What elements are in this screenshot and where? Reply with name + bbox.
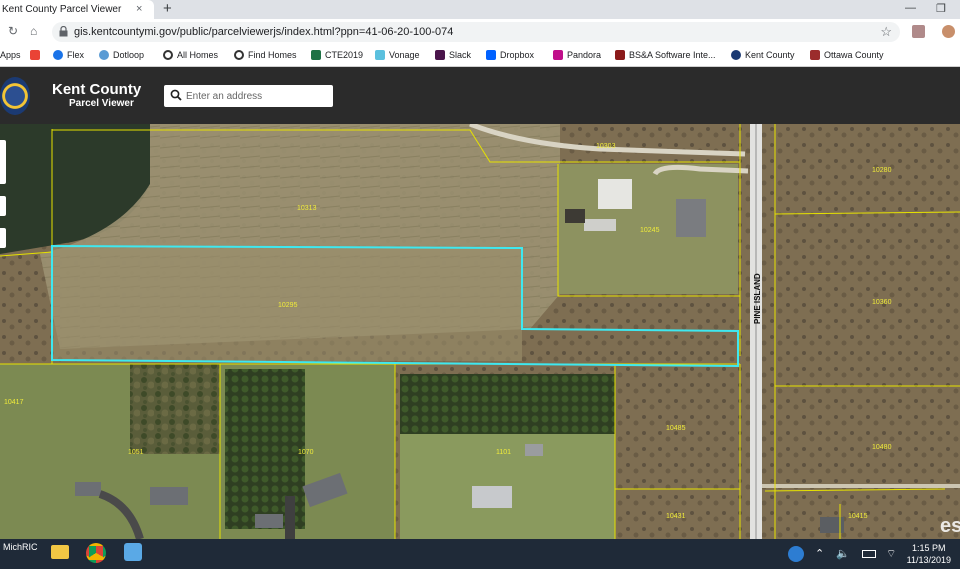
chrome-icon[interactable]	[86, 543, 106, 563]
bookmark-kent-county[interactable]: Kent County	[731, 50, 795, 60]
parcel-label: 10485	[666, 425, 686, 432]
bookmark-label: Flex	[67, 50, 85, 60]
browser-tab-bar: Kent County Parcel Viewer × + — ❐	[0, 0, 960, 19]
bookmark-label: Apps	[0, 50, 21, 60]
pandora-icon	[553, 50, 563, 60]
volume-icon[interactable]: 🔈	[836, 547, 850, 560]
app-shield-icon[interactable]	[124, 543, 142, 561]
bookmark-label: Dropbox	[500, 50, 535, 60]
parcel-label: 10313	[297, 205, 317, 212]
reload-icon[interactable]: ↻	[8, 24, 18, 38]
bookmark-label: Vonage	[389, 50, 420, 60]
parcel-label: 10415	[848, 513, 868, 520]
kent-county-icon	[731, 50, 741, 60]
browser-toolbar: ↻ ⌂ gis.kentcountymi.gov/public/parcelvi…	[0, 19, 960, 45]
bookmarks-bar: Apps Flex Dotloop All Homes Find Homes C…	[0, 45, 960, 67]
clock-date: 11/13/2019	[906, 555, 951, 565]
address-search-input[interactable]	[186, 88, 326, 104]
bookmark-dropbox[interactable]: Dropbox	[486, 50, 534, 60]
vonage-icon	[375, 50, 385, 60]
bookmark-flex[interactable]: Flex	[53, 50, 84, 60]
app-title: Kent County	[52, 81, 142, 98]
app-header: Kent County Parcel Viewer	[0, 67, 960, 124]
restore-button[interactable]: ❐	[936, 2, 946, 15]
bookmark-label: Find Homes	[248, 50, 297, 60]
chevron-up-icon[interactable]: ⌃	[815, 547, 824, 560]
wifi-icon[interactable]: ⌔	[886, 547, 896, 561]
bookmark-star-icon[interactable]: ☆	[880, 24, 892, 40]
bookmark-label: Slack	[449, 50, 472, 60]
bookmark-dotloop[interactable]: Dotloop	[99, 50, 144, 60]
profile-avatar[interactable]	[942, 25, 955, 38]
parcel-label: 10295	[278, 302, 298, 309]
parcel-label: 10417	[4, 399, 24, 406]
taskbar-label[interactable]: MichRIC	[3, 542, 38, 552]
search-icon	[170, 89, 182, 101]
bookmark-label: Kent County	[745, 50, 795, 60]
find-homes-icon	[234, 50, 244, 60]
flex-icon	[53, 50, 63, 60]
all-homes-icon	[163, 50, 173, 60]
system-clock[interactable]: 1:15 PM 11/13/2019	[907, 542, 951, 566]
excel-icon	[311, 50, 321, 60]
tab-close-icon[interactable]: ×	[136, 3, 142, 15]
battery-icon[interactable]	[862, 550, 876, 558]
parcel-label: 10245	[640, 227, 660, 234]
gmail-icon	[30, 50, 40, 60]
lock-icon	[59, 26, 68, 37]
bookmark-label: Pandora	[567, 50, 602, 60]
address-bar[interactable]: gis.kentcountymi.gov/public/parcelviewer…	[52, 22, 900, 42]
parcel-label: 10360	[872, 299, 892, 306]
taskbar: MichRIC ⌃ 🔈 ⌔ 1:15 PM 11/13/2019	[0, 539, 960, 569]
bsa-icon	[615, 50, 625, 60]
parcel-label: 1101	[496, 449, 511, 456]
tab-title: Kent County Parcel Viewer	[2, 4, 122, 15]
slack-icon	[435, 50, 445, 60]
bookmark-all-homes[interactable]: All Homes	[163, 50, 218, 60]
parcel-label: 1051	[128, 449, 144, 456]
map-tool-button[interactable]	[0, 196, 6, 216]
dotloop-icon	[99, 50, 109, 60]
ottawa-county-icon	[810, 50, 820, 60]
extension-icon[interactable]	[912, 25, 925, 38]
bookmark-label: CTE2019	[325, 50, 364, 60]
bookmark-bsa[interactable]: BS&A Software Inte...	[615, 50, 716, 60]
bookmark-vonage[interactable]: Vonage	[375, 50, 420, 60]
url-text: gis.kentcountymi.gov/public/parcelviewer…	[74, 26, 454, 38]
bookmark-label: Dotloop	[113, 50, 145, 60]
parcel-label: 10280	[872, 167, 892, 174]
app-subtitle: Parcel Viewer	[69, 98, 134, 109]
bookmark-pandora[interactable]: Pandora	[553, 50, 601, 60]
new-tab-button[interactable]: +	[163, 0, 172, 17]
home-icon[interactable]: ⌂	[30, 24, 37, 38]
esri-watermark: es	[940, 515, 960, 537]
help-icon[interactable]	[788, 546, 804, 562]
parcel-label: 10480	[872, 444, 892, 451]
road-label: PINE ISLAND	[753, 273, 762, 324]
bookmark-slack[interactable]: Slack	[435, 50, 471, 60]
bookmark-apps[interactable]: Apps	[0, 50, 21, 60]
minimize-button[interactable]: —	[905, 2, 916, 14]
bookmark-label: All Homes	[177, 50, 219, 60]
parcel-label: 1070	[298, 449, 314, 456]
bookmark-find-homes[interactable]: Find Homes	[234, 50, 297, 60]
map-view[interactable]: PINE ISLAND 10303 10313 10245 10295 1028…	[0, 124, 960, 539]
address-search[interactable]	[164, 85, 333, 107]
bookmark-label: BS&A Software Inte...	[629, 50, 716, 60]
bookmark-label: Ottawa County	[824, 50, 884, 60]
bookmark-cte2019[interactable]: CTE2019	[311, 50, 363, 60]
bookmark-gmail[interactable]	[30, 50, 44, 60]
dropbox-icon	[486, 50, 496, 60]
parcel-label: 10303	[596, 143, 616, 150]
clock-time: 1:15 PM	[912, 543, 946, 553]
parcel-label: 10431	[666, 513, 686, 520]
aerial-map[interactable]: PINE ISLAND 10303 10313 10245 10295 1028…	[0, 124, 960, 539]
tab-parcel-viewer[interactable]: Kent County Parcel Viewer ×	[0, 0, 154, 19]
zoom-control[interactable]	[0, 140, 6, 184]
kent-county-seal-logo	[0, 77, 30, 115]
bookmark-ottawa-county[interactable]: Ottawa County	[810, 50, 884, 60]
file-explorer-icon[interactable]	[51, 545, 69, 559]
map-tool-button[interactable]	[0, 228, 6, 248]
